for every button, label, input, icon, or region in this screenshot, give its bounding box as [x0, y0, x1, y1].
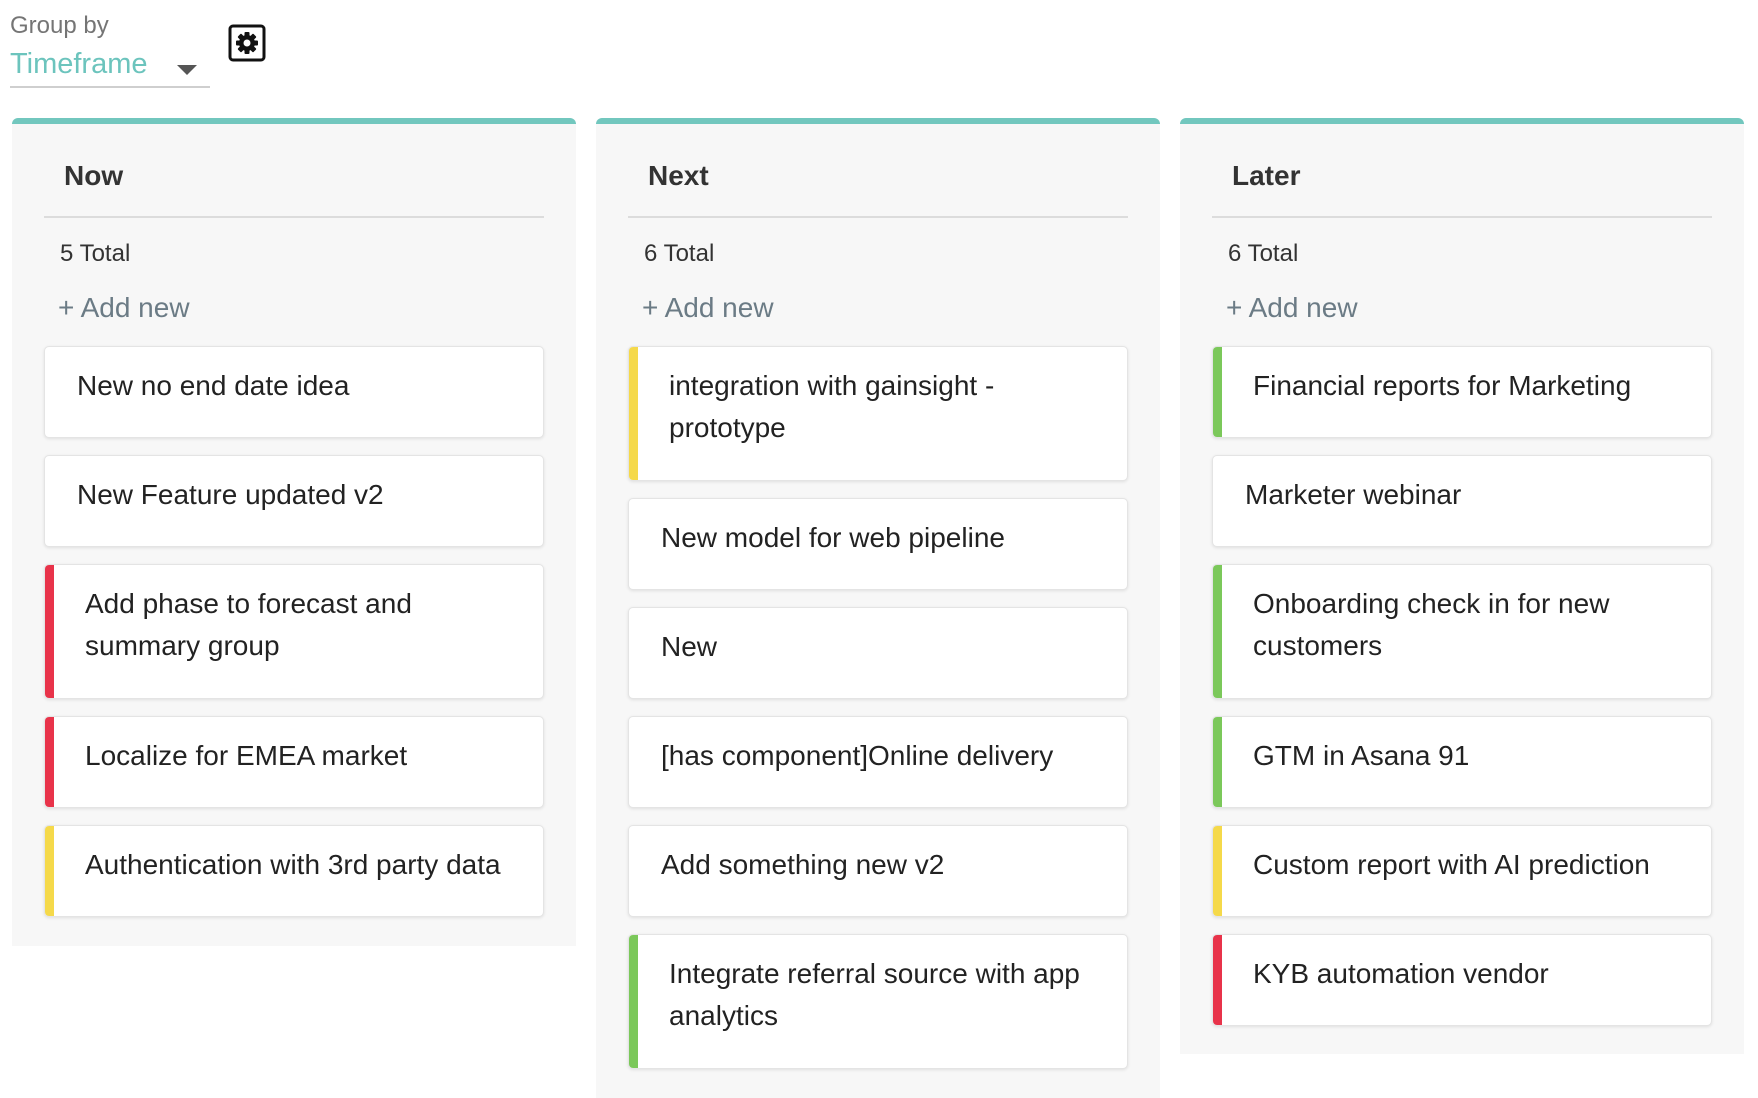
roadmap-card[interactable]: Custom report with AI prediction — [1212, 825, 1712, 917]
card-title: [has component]Online delivery — [661, 740, 1054, 771]
status-stripe — [1213, 347, 1222, 437]
roadmap-card[interactable]: New — [628, 607, 1128, 699]
add-new-button[interactable]: + Add new — [642, 292, 774, 324]
status-stripe — [45, 565, 54, 698]
status-stripe — [1213, 717, 1222, 807]
card-list: New no end date idea New Feature updated … — [44, 346, 544, 934]
status-stripe — [629, 347, 638, 480]
roadmap-card[interactable]: Integrate referral source with app analy… — [628, 934, 1128, 1069]
group-by-label: Group by — [10, 12, 109, 39]
settings-button[interactable] — [228, 24, 266, 62]
card-title: New model for web pipeline — [661, 522, 1005, 553]
column-divider — [44, 216, 544, 218]
roadmap-card[interactable]: Add phase to forecast and summary group — [44, 564, 544, 699]
roadmap-card[interactable]: Authentication with 3rd party data — [44, 825, 544, 917]
roadmap-card[interactable]: Financial reports for Marketing — [1212, 346, 1712, 438]
card-title: Custom report with AI prediction — [1253, 849, 1650, 880]
add-new-button[interactable]: + Add new — [1226, 292, 1358, 324]
card-title: Marketer webinar — [1245, 479, 1462, 510]
column-title: Later — [1232, 160, 1301, 191]
card-title: New Feature updated v2 — [77, 479, 384, 510]
card-title: Add phase to forecast and summary group — [85, 588, 412, 661]
card-list: Financial reports for Marketing Marketer … — [1212, 346, 1712, 1043]
column-divider — [1212, 216, 1712, 218]
roadmap-card[interactable]: KYB automation vendor — [1212, 934, 1712, 1026]
status-stripe — [1213, 826, 1222, 916]
card-title: integration with gainsight - prototype — [669, 370, 995, 443]
status-stripe — [1213, 935, 1222, 1025]
card-title: GTM in Asana 91 — [1253, 740, 1470, 771]
gear-icon — [228, 24, 266, 62]
roadmap-card[interactable]: integration with gainsight - prototype — [628, 346, 1128, 481]
roadmap-card[interactable]: New no end date idea — [44, 346, 544, 438]
roadmap-card[interactable]: GTM in Asana 91 — [1212, 716, 1712, 808]
column-total-count: 6 Total — [644, 240, 715, 267]
card-title: Financial reports for Marketing — [1253, 370, 1632, 401]
column-later: Later 6 Total + Add new Financial report… — [1180, 118, 1744, 1054]
card-title: New no end date idea — [77, 370, 350, 401]
column-title: Next — [648, 160, 709, 191]
roadmap-card[interactable]: Marketer webinar — [1212, 455, 1712, 547]
chevron-down-icon — [177, 65, 197, 75]
roadmap-card[interactable]: [has component]Online delivery — [628, 716, 1128, 808]
column-next: Next 6 Total + Add new integration with … — [596, 118, 1160, 1098]
card-title: Integrate referral source with app analy… — [669, 958, 1080, 1031]
card-title: KYB automation vendor — [1253, 958, 1549, 989]
card-title: New — [661, 631, 718, 662]
card-title: Authentication with 3rd party data — [85, 849, 501, 880]
add-new-button[interactable]: + Add new — [58, 292, 190, 324]
roadmap-card[interactable]: New model for web pipeline — [628, 498, 1128, 590]
group-by-value: Timeframe — [10, 48, 148, 80]
roadmap-card[interactable]: Onboarding check in for new customers — [1212, 564, 1712, 699]
column-total-count: 6 Total — [1228, 240, 1299, 267]
column-divider — [628, 216, 1128, 218]
status-stripe — [629, 935, 638, 1068]
roadmap-card[interactable]: New Feature updated v2 — [44, 455, 544, 547]
card-title: Add something new v2 — [661, 849, 945, 880]
column-now: Now 5 Total + Add new New no end date id… — [12, 118, 576, 946]
column-total-count: 5 Total — [60, 240, 131, 267]
card-title: Localize for EMEA market — [85, 740, 408, 771]
card-title: Onboarding check in for new customers — [1253, 588, 1610, 661]
status-stripe — [45, 826, 54, 916]
roadmap-card[interactable]: Add something new v2 — [628, 825, 1128, 917]
group-by-dropdown[interactable]: Timeframe — [10, 46, 210, 88]
roadmap-card[interactable]: Localize for EMEA market — [44, 716, 544, 808]
status-stripe — [45, 717, 54, 807]
column-title: Now — [64, 160, 124, 191]
card-list: integration with gainsight - prototype Ne… — [628, 346, 1128, 1086]
status-stripe — [1213, 565, 1222, 698]
